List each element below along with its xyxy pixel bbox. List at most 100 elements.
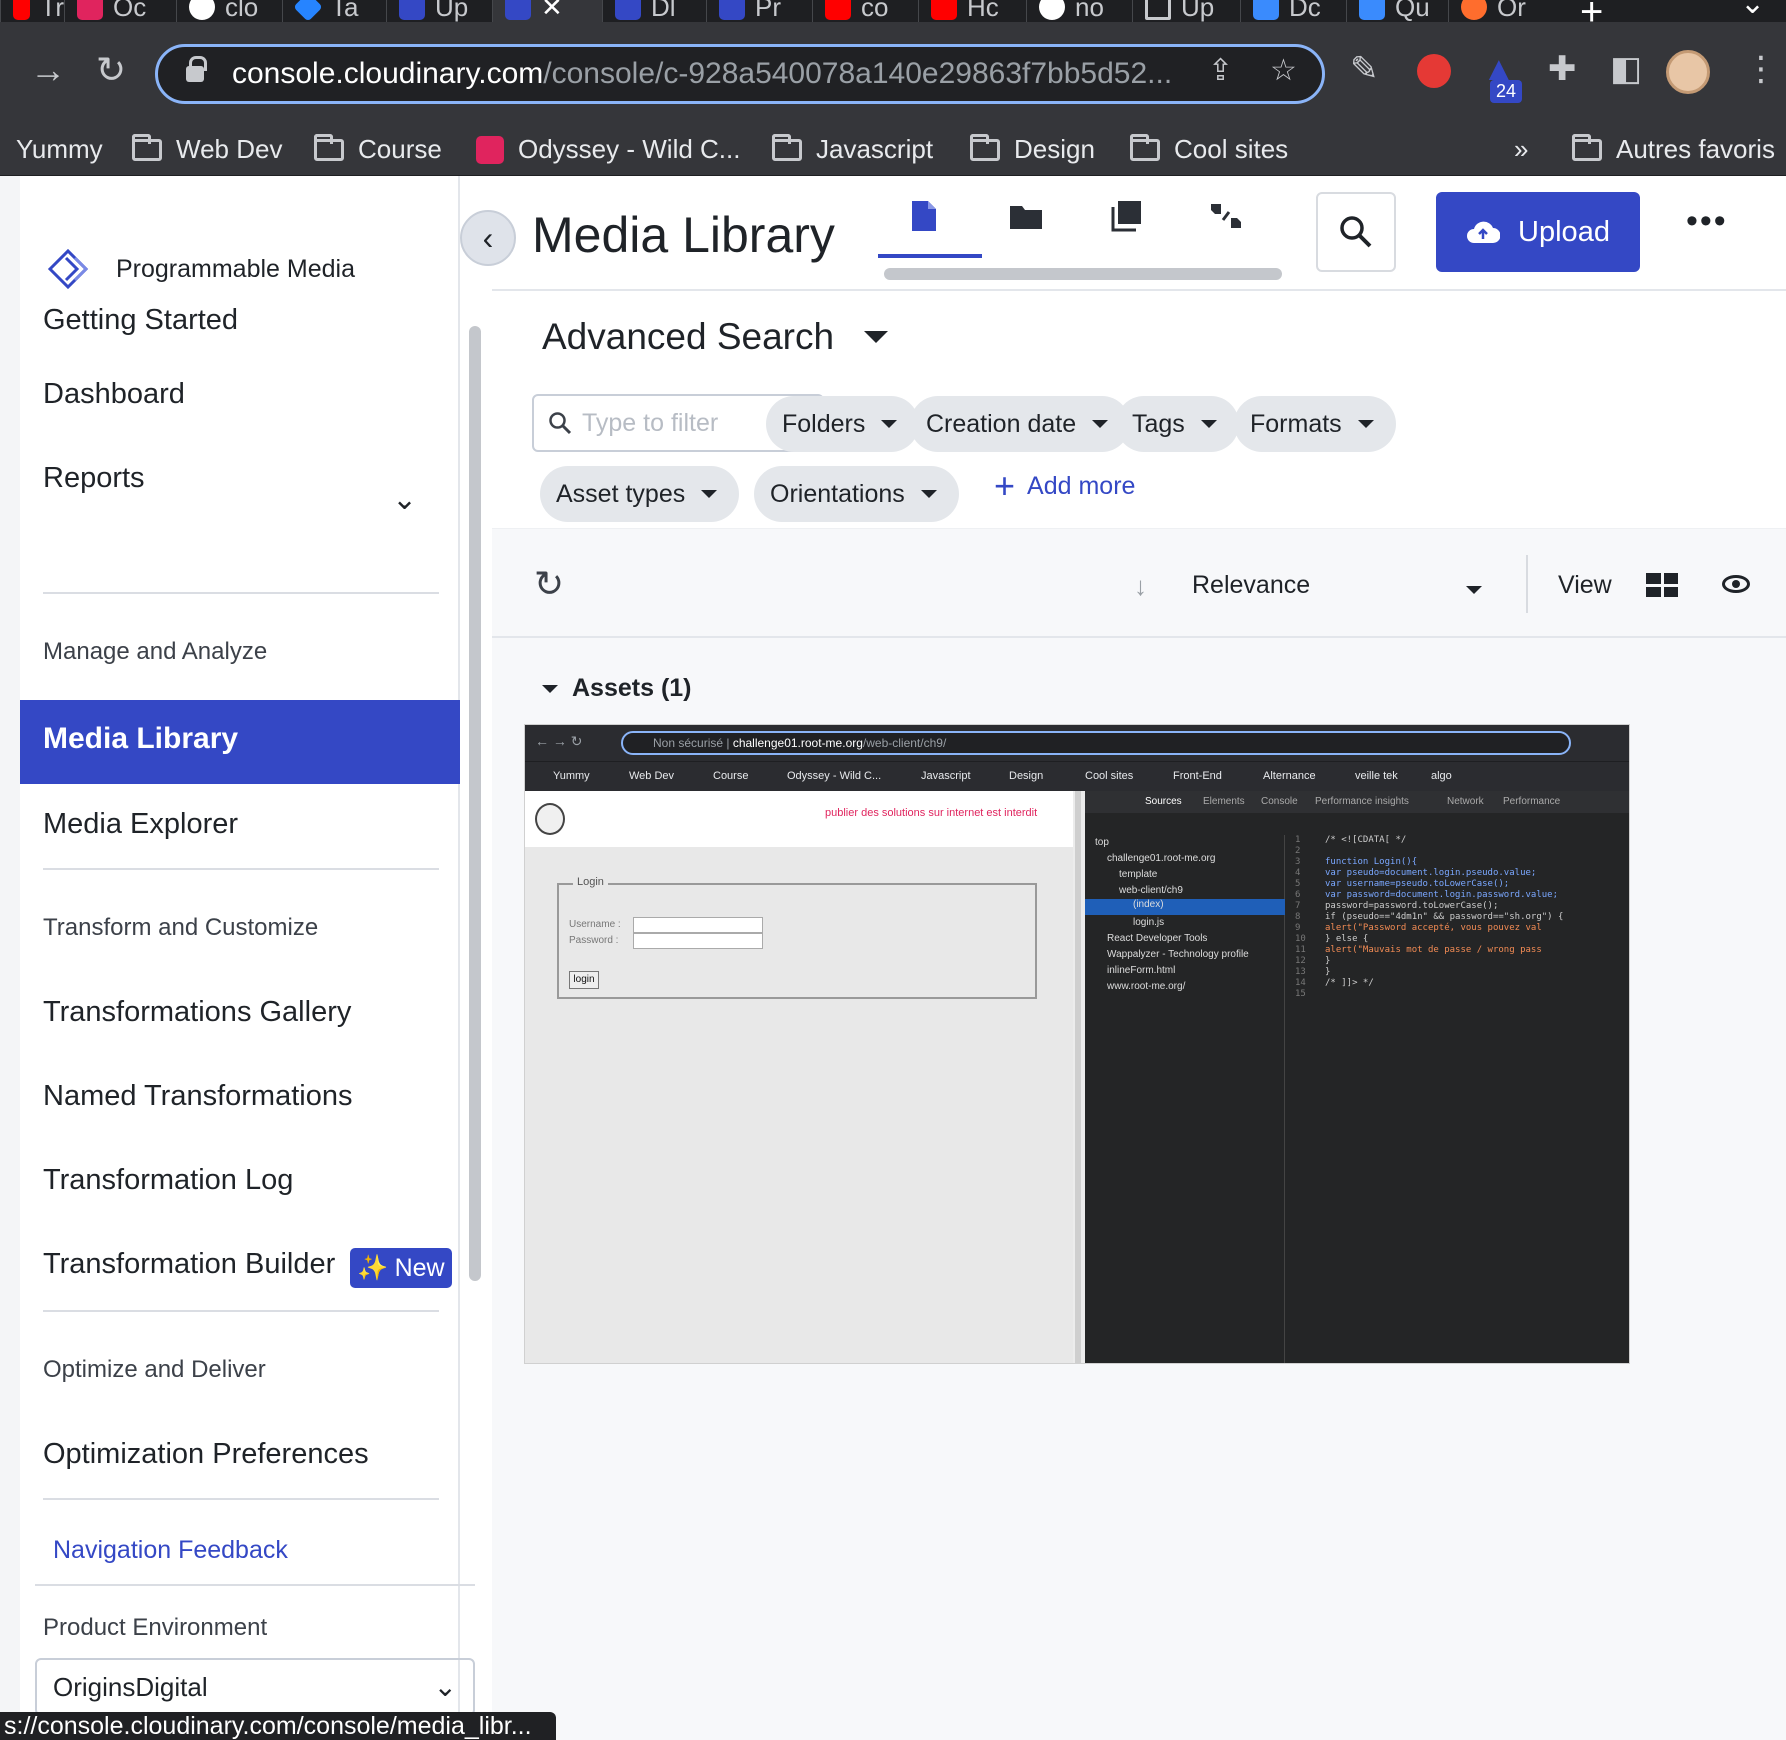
sidebar-item-transformation-log[interactable]: Transformation Log xyxy=(43,1164,293,1197)
collapse-sidebar-button[interactable]: ‹ xyxy=(460,210,516,266)
add-more-filters-button[interactable]: + Add more xyxy=(994,468,1135,504)
sidebar-item-transformation-builder[interactable]: Transformation Builder xyxy=(43,1248,335,1281)
pen-extension-icon[interactable]: ✎ xyxy=(1350,52,1379,86)
section-manage-and-analyze: Manage and Analyze xyxy=(43,638,268,665)
sort-select[interactable]: Relevance xyxy=(1192,571,1310,600)
browser-tab[interactable]: Pr xyxy=(706,0,810,22)
tab-folders[interactable] xyxy=(1006,196,1046,236)
main-content: Media Library Upload ••• Advanced Search… xyxy=(492,176,1786,1740)
navigation-feedback-link[interactable]: Navigation Feedback xyxy=(53,1536,288,1565)
sidebar-item-getting-started[interactable]: Getting Started xyxy=(43,304,238,337)
puzzle-icon[interactable]: ✚ xyxy=(1548,52,1577,86)
browser-tab[interactable]: Dl xyxy=(602,0,702,22)
sort-direction-icon[interactable]: ↓ xyxy=(1134,571,1147,602)
asset-thumbnail[interactable]: ← → ↻ Non sécurisé | challenge01.root-me… xyxy=(524,724,1630,1364)
browser-tab[interactable]: Oc xyxy=(64,0,162,22)
new-tab-icon[interactable]: + xyxy=(1580,0,1603,22)
page-title: Media Library xyxy=(532,207,835,263)
sidebar-item-dashboard[interactable]: Dashboard xyxy=(43,378,185,411)
sidebar-item-transformations-gallery[interactable]: Transformations Gallery xyxy=(43,996,351,1029)
kebab-menu-icon[interactable]: ⋮ xyxy=(1744,52,1778,86)
tabs-scrollbar[interactable] xyxy=(884,268,1282,280)
environment-select[interactable]: OriginsDigital ⌄ xyxy=(35,1658,475,1716)
browser-tab[interactable]: Tr xyxy=(0,0,64,22)
adblock-extension-icon[interactable] xyxy=(1417,54,1451,88)
sidebar-divider xyxy=(35,1584,475,1586)
browser-tab[interactable]: Qu xyxy=(1346,0,1444,22)
bookmark-star-icon[interactable]: ☆ xyxy=(1270,53,1297,88)
caret-down-icon[interactable] xyxy=(1466,581,1482,599)
more-options-icon[interactable]: ••• xyxy=(1686,202,1728,241)
forward-icon[interactable]: → xyxy=(30,52,66,88)
asset-types-filter-chip[interactable]: Asset types xyxy=(540,466,740,522)
bookmark-item[interactable]: Odyssey - Wild C... xyxy=(476,134,740,165)
youtube-icon xyxy=(13,0,31,20)
sidebar-item-reports[interactable]: Reports xyxy=(43,462,145,495)
google-icon xyxy=(189,0,215,20)
odyssey-icon xyxy=(77,0,103,20)
tags-filter-chip[interactable]: Tags xyxy=(1116,396,1239,452)
avatar[interactable] xyxy=(1666,50,1710,94)
thumbnail-page: publier des solutions sur internet est i… xyxy=(525,791,1073,1363)
sidepanel-icon[interactable]: ◧ xyxy=(1610,52,1642,86)
sidebar-item-optimization-preferences[interactable]: Optimization Preferences xyxy=(43,1438,369,1471)
sidebar-scrollbar[interactable] xyxy=(469,326,481,1281)
sidebar-item-named-transformations[interactable]: Named Transformations xyxy=(43,1080,352,1113)
bookmark-item[interactable]: Javascript xyxy=(772,133,933,165)
bookmarks-overflow-icon[interactable]: » xyxy=(1514,134,1528,165)
bookmark-item[interactable]: Web Dev xyxy=(132,133,282,165)
search-icon xyxy=(549,412,572,435)
sidebar-item-label: Media Library xyxy=(43,722,239,755)
tab-search-icon[interactable]: ⌄ xyxy=(1740,0,1765,21)
folder-icon xyxy=(314,133,344,161)
folder-icon xyxy=(772,133,802,161)
eye-icon[interactable] xyxy=(1722,575,1750,593)
bookmark-item[interactable]: Yummy xyxy=(16,134,103,165)
chevron-down-icon[interactable]: ⌄ xyxy=(392,482,417,517)
bookmark-item[interactable]: Design xyxy=(970,133,1095,165)
browser-tab[interactable]: Or xyxy=(1448,0,1548,22)
bookmark-item[interactable]: Cool sites xyxy=(1130,133,1288,165)
browser-tab[interactable]: Up xyxy=(386,0,488,22)
creation-date-filter-chip[interactable]: Creation date xyxy=(910,396,1131,452)
cloud-upload-icon xyxy=(1467,221,1501,243)
sidebar-item-media-explorer[interactable]: Media Explorer xyxy=(43,808,238,841)
refresh-icon[interactable]: ↻ xyxy=(534,563,564,605)
browser-tab[interactable]: no xyxy=(1026,0,1130,22)
close-icon[interactable]: ✕ xyxy=(541,0,563,22)
file-icon xyxy=(912,201,936,231)
upload-button[interactable]: Upload xyxy=(1436,192,1640,272)
thumbnail-bookmarks: Yummy Web Dev Course Odyssey - Wild C...… xyxy=(525,761,1629,791)
other-bookmarks[interactable]: Autres favoris xyxy=(1572,133,1775,165)
caret-down-icon xyxy=(864,331,889,343)
browser-tab-active[interactable]: ✕ xyxy=(492,0,602,22)
view-tabs xyxy=(878,176,1288,258)
tab-assets[interactable] xyxy=(904,196,944,236)
browser-tab[interactable]: Up xyxy=(1132,0,1238,22)
thumbs-up-down-icon xyxy=(1211,204,1241,228)
browser-tab[interactable]: co xyxy=(812,0,912,22)
sidebar-item-media-library[interactable]: Media Library xyxy=(20,700,460,784)
bookmark-item[interactable]: Course xyxy=(314,133,442,165)
browser-tab[interactable]: Dc xyxy=(1240,0,1344,22)
folders-filter-chip[interactable]: Folders xyxy=(766,396,920,452)
formats-filter-chip[interactable]: Formats xyxy=(1234,396,1396,452)
orientations-filter-chip[interactable]: Orientations xyxy=(754,466,959,522)
browser-tab[interactable]: Ta xyxy=(282,0,382,22)
thumbnail-browser-bar: ← → ↻ Non sécurisé | challenge01.root-me… xyxy=(525,725,1629,761)
reload-icon[interactable]: ↻ xyxy=(96,52,126,88)
caret-down-icon xyxy=(542,684,558,693)
browser-tab[interactable]: Hc xyxy=(918,0,1022,22)
address-bar[interactable]: console.cloudinary.com/console/c-928a540… xyxy=(155,44,1325,104)
search-button[interactable] xyxy=(1316,192,1396,272)
advanced-search-toggle[interactable]: Advanced Search xyxy=(542,316,889,358)
tab-moderation[interactable] xyxy=(1206,196,1246,236)
share-icon[interactable]: ⇪ xyxy=(1208,53,1233,88)
tab-collections[interactable] xyxy=(1106,196,1146,236)
grid-view-icon[interactable] xyxy=(1646,573,1678,597)
sidebar: Programmable Media Getting Started Dashb… xyxy=(20,176,481,1740)
sidebar-divider xyxy=(43,868,439,870)
brand[interactable]: Programmable Media xyxy=(46,246,355,292)
browser-tab[interactable]: clo xyxy=(176,0,280,22)
assets-section-toggle[interactable]: Assets (1) xyxy=(542,674,692,703)
